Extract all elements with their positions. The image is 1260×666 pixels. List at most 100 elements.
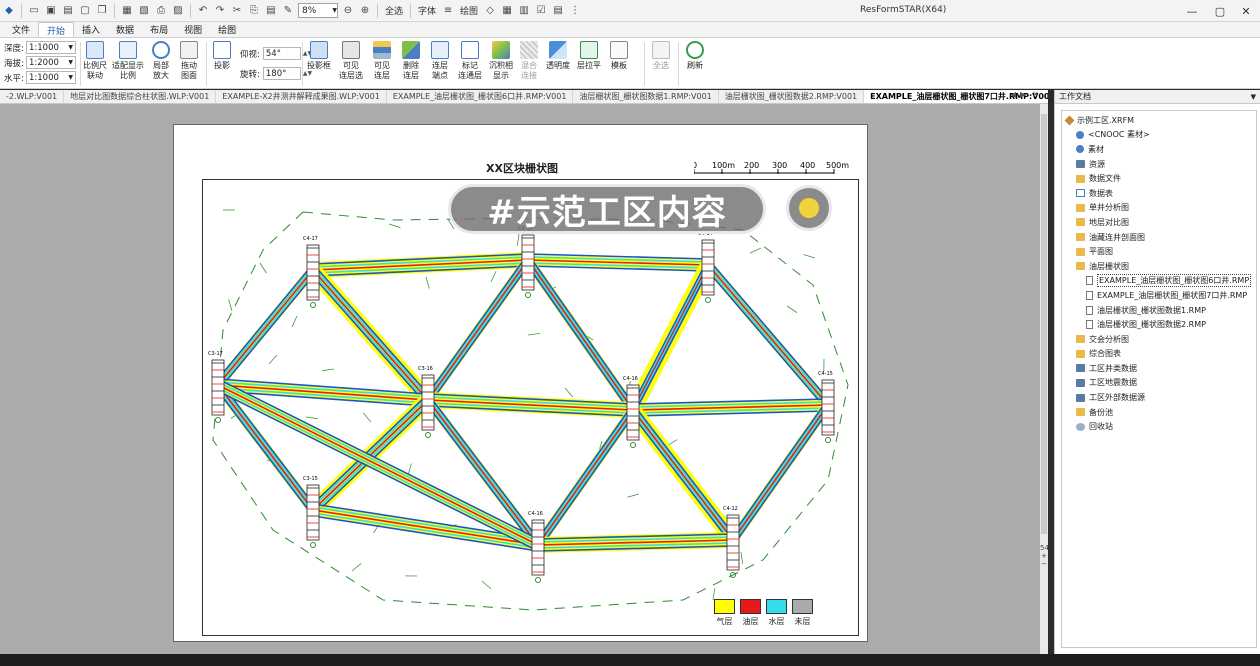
tab-scroll-left-icon[interactable]: ◀	[1010, 90, 1016, 99]
cut-icon[interactable]: ✂	[230, 4, 244, 18]
layout-icon[interactable]: ▥	[517, 4, 531, 18]
format-painter-icon[interactable]: ✎	[281, 4, 295, 18]
copy-icon[interactable]: ⎘	[247, 4, 261, 18]
tree-item[interactable]: 综合图表	[1062, 347, 1256, 362]
tree-item[interactable]: 工区外部数据源	[1062, 390, 1256, 405]
tab-layout[interactable]: 布局	[142, 22, 176, 37]
tab-close-icon[interactable]: ✕	[1032, 90, 1039, 99]
open-folder-icon[interactable]: ▭	[27, 4, 41, 18]
print-preview-icon[interactable]: ▨	[171, 4, 185, 18]
font-button[interactable]: 字体	[418, 4, 436, 17]
tab-draw[interactable]: 绘图	[210, 22, 244, 37]
doc-tab[interactable]: 油层栅状图_栅状图数据2.RMP:V001	[719, 90, 865, 103]
elevation-scale-input[interactable]: 1:2000 ▼	[26, 56, 76, 69]
rotation-spinner-icon[interactable]: ▲▼	[303, 70, 312, 77]
print-icon[interactable]: ⎙	[154, 4, 168, 18]
close-doc-icon[interactable]: ▢	[78, 4, 92, 18]
paste-icon[interactable]: ▤	[264, 4, 278, 18]
rotation-input[interactable]: 180°	[262, 67, 301, 80]
projection-button[interactable]: 投影	[210, 41, 234, 71]
select-all-button[interactable]: 全选	[385, 4, 403, 17]
tree-item[interactable]: 单井分析图	[1062, 201, 1256, 216]
pan-canvas-button[interactable]: 拖动 图面	[177, 41, 201, 81]
template-button[interactable]: 模板	[606, 41, 632, 71]
shape-icon[interactable]: ◇	[483, 4, 497, 18]
tree-item[interactable]: 交会分析图	[1062, 332, 1256, 347]
local-zoom-button[interactable]: 局部 放大	[149, 41, 173, 81]
depth-scale-input[interactable]: 1:1000 ▼	[26, 41, 76, 54]
checklist-icon[interactable]: ☑	[534, 4, 548, 18]
copy-doc-icon[interactable]: ❐	[95, 4, 109, 18]
zoom-select[interactable]: 8% ▼	[298, 3, 338, 18]
horizontal-scale-input[interactable]: 1:1000 ▼	[26, 71, 76, 84]
zoom-in-icon[interactable]: ⊕	[358, 4, 372, 18]
tree-item[interactable]: EXAMPLE_油层栅状图_栅状图7口井.RMP	[1062, 288, 1256, 303]
tab-insert[interactable]: 插入	[74, 22, 108, 37]
pitch-input[interactable]: 54°	[262, 47, 301, 60]
tab-scroll-right-icon[interactable]: ▶	[1020, 90, 1026, 99]
fence-diagram-frame[interactable]: C4-17C4-16C4-14C3-17C3-16C4-16C4-15C3-15…	[202, 179, 859, 636]
tree-item[interactable]: 地层对比图	[1062, 215, 1256, 230]
doc-tab[interactable]: -2.WLP:V001	[0, 90, 65, 103]
tree-item[interactable]: 资源	[1062, 157, 1256, 172]
redo-icon[interactable]: ↷	[213, 4, 227, 18]
grid-icon[interactable]: ▦	[500, 4, 514, 18]
flatten-layer-button[interactable]: 层拉平	[575, 41, 603, 71]
tab-file[interactable]: 文件	[4, 22, 38, 37]
maximize-icon[interactable]: ▢	[1206, 0, 1234, 22]
canvas-area[interactable]: XX区块栅状图 0 100m 200 300 400 500m C4-17 C4-…	[0, 104, 1040, 654]
tree-item[interactable]: 工区地震数据	[1062, 376, 1256, 391]
tree-item[interactable]: 油藏连井剖面图	[1062, 230, 1256, 245]
vertical-scrollbar[interactable]	[1040, 104, 1048, 654]
tree-item[interactable]: 备份池	[1062, 405, 1256, 420]
tab-data[interactable]: 数据	[108, 22, 142, 37]
zoom-side-control[interactable]: 54 + −	[1040, 544, 1049, 568]
doc-tab[interactable]: 地层对比图数据综合柱状图.WLP:V001	[64, 90, 217, 103]
export-icon[interactable]: ▦	[120, 4, 134, 18]
tab-view[interactable]: 视图	[176, 22, 210, 37]
tree-item[interactable]: 油层栅状图_栅状图数据2.RMP	[1062, 317, 1256, 332]
tree-item[interactable]: 油层栅状图_栅状图数据1.RMP	[1062, 303, 1256, 318]
draw-button[interactable]: 绘图	[460, 4, 478, 17]
scale-link-button[interactable]: 比例尺 联动	[83, 41, 107, 81]
drawing-page[interactable]: XX区块栅状图 0 100m 200 300 400 500m C4-17 C4-…	[173, 124, 868, 642]
refresh-button[interactable]: 刷新	[682, 41, 708, 71]
tree-item[interactable]: 工区井类数据	[1062, 361, 1256, 376]
screenshot-icon[interactable]: ▧	[137, 4, 151, 18]
undo-icon[interactable]: ↶	[196, 4, 210, 18]
minimize-icon[interactable]: —	[1178, 0, 1206, 22]
tree-item[interactable]: 数据表	[1062, 186, 1256, 201]
select-all-ribbon-button[interactable]: 全选	[648, 41, 674, 71]
close-icon[interactable]: ✕	[1232, 0, 1260, 22]
save-as-icon[interactable]: ▤	[61, 4, 75, 18]
save-icon[interactable]: ▣	[44, 4, 58, 18]
tree-item[interactable]: 回收站	[1062, 419, 1256, 434]
visible-link-select-button[interactable]: 可见 连层选	[336, 41, 366, 81]
mix-connect-button[interactable]: 混合 连接	[517, 41, 541, 81]
table-icon[interactable]: ▤	[551, 4, 565, 18]
panel-dropdown-icon[interactable]: ▼	[1251, 93, 1256, 101]
doc-tab[interactable]: EXAMPLE_油层栅状图_栅状图6口井.RMP:V001	[387, 90, 574, 103]
delete-link-button[interactable]: 删除 连层	[398, 41, 424, 81]
line-style-icon[interactable]: ≡	[441, 4, 455, 18]
tab-home[interactable]: 开始	[38, 22, 75, 37]
doc-tab[interactable]: EXAMPLE-X2井测井解释成果图.WLP:V001	[216, 90, 387, 103]
projection-frame-button[interactable]: 投影框	[305, 41, 333, 71]
tree-item[interactable]: 素材	[1062, 142, 1256, 157]
tree-item[interactable]: <CNOOC 素材>	[1062, 128, 1256, 143]
doc-tab[interactable]: 油层栅状图_栅状图数据1.RMP:V001	[573, 90, 719, 103]
tree-item[interactable]: 平面图	[1062, 244, 1256, 259]
scroll-thumb[interactable]	[1041, 114, 1047, 534]
tree-item[interactable]: 油层栅状图	[1062, 259, 1256, 274]
mark-connected-button[interactable]: 标记 连通层	[456, 41, 484, 81]
link-endpoint-button[interactable]: 连层 端点	[427, 41, 453, 81]
zoom-out-icon[interactable]: ⊖	[341, 4, 355, 18]
visible-link-button[interactable]: 可见 连层	[369, 41, 395, 81]
tree-item[interactable]: EXAMPLE_油层栅状图_栅状图6口井.RMP	[1062, 274, 1256, 289]
facies-display-button[interactable]: 沉积相 显示	[487, 41, 515, 81]
tree-item[interactable]: 数据文件	[1062, 171, 1256, 186]
fit-display-scale-button[interactable]: 适配显示 比例	[111, 41, 145, 81]
transparency-button[interactable]: 透明度	[544, 41, 572, 71]
app-menu-icon[interactable]: ◆	[2, 4, 16, 18]
more-icon[interactable]: ⋮	[568, 4, 582, 18]
